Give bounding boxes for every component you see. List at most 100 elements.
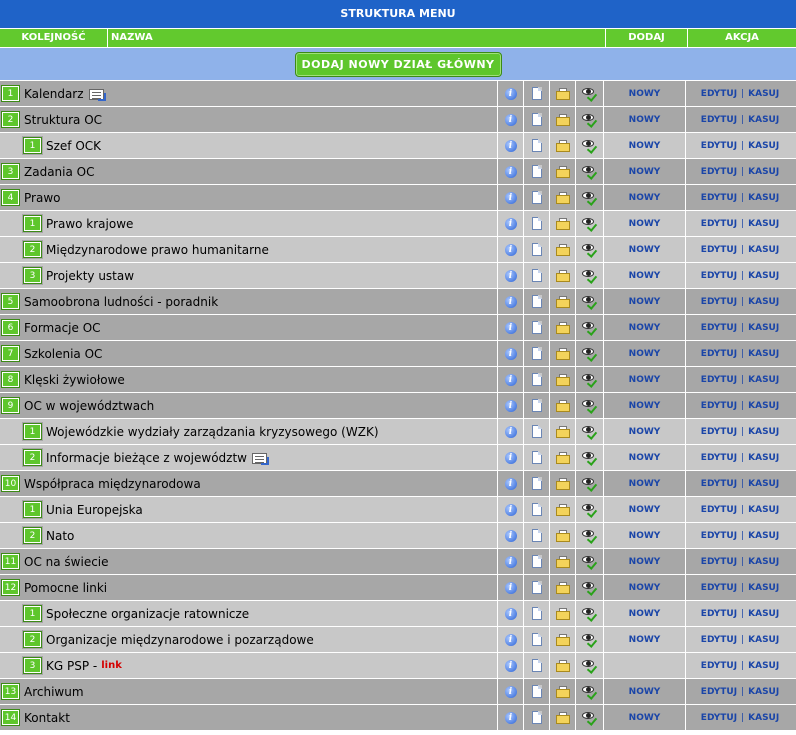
visibility-cell[interactable]: [576, 289, 604, 314]
info-icon[interactable]: i: [504, 659, 517, 672]
folder-cell[interactable]: [550, 211, 576, 236]
add-new-link[interactable]: NOWY: [629, 505, 661, 515]
folder-cell[interactable]: [550, 393, 576, 418]
add-new-link[interactable]: NOWY: [629, 271, 661, 281]
info-icon[interactable]: i: [504, 685, 517, 698]
edit-link[interactable]: EDYTUJ: [701, 557, 737, 567]
visibility-cell[interactable]: [576, 315, 604, 340]
edit-link[interactable]: EDYTUJ: [701, 635, 737, 645]
add-new-link[interactable]: NOWY: [629, 687, 661, 697]
info-cell[interactable]: i: [498, 653, 524, 678]
menu-item-name[interactable]: Samoobrona ludności - poradnik: [24, 295, 218, 309]
folder-icon[interactable]: [555, 659, 570, 672]
add-new-link[interactable]: NOWY: [629, 635, 661, 645]
page-cell[interactable]: [524, 679, 550, 704]
menu-item-name[interactable]: KG PSP -: [46, 659, 97, 673]
info-cell[interactable]: i: [498, 107, 524, 132]
edit-link[interactable]: EDYTUJ: [701, 219, 737, 229]
folder-cell[interactable]: [550, 289, 576, 314]
page-cell[interactable]: [524, 523, 550, 548]
add-new-link[interactable]: NOWY: [629, 193, 661, 203]
menu-item-name[interactable]: Międzynarodowe prawo humanitarne: [46, 243, 269, 257]
page-icon[interactable]: [531, 399, 542, 412]
delete-link[interactable]: KASUJ: [748, 661, 779, 671]
info-icon[interactable]: i: [504, 217, 517, 230]
info-icon[interactable]: i: [504, 347, 517, 360]
page-icon[interactable]: [531, 217, 542, 230]
folder-icon[interactable]: [555, 295, 570, 308]
delete-link[interactable]: KASUJ: [748, 401, 779, 411]
page-icon[interactable]: [531, 633, 542, 646]
folder-icon[interactable]: [555, 243, 570, 256]
page-icon[interactable]: [531, 139, 542, 152]
order-number[interactable]: 1: [24, 606, 41, 621]
folder-icon[interactable]: [555, 685, 570, 698]
edit-link[interactable]: EDYTUJ: [701, 479, 737, 489]
add-new-link[interactable]: NOWY: [629, 583, 661, 593]
page-cell[interactable]: [524, 705, 550, 730]
menu-item-name[interactable]: Struktura OC: [24, 113, 102, 127]
folder-icon[interactable]: [555, 373, 570, 386]
info-cell[interactable]: i: [498, 497, 524, 522]
add-new-link[interactable]: NOWY: [629, 427, 661, 437]
info-icon[interactable]: i: [504, 113, 517, 126]
visible-icon[interactable]: [581, 347, 598, 362]
info-cell[interactable]: i: [498, 471, 524, 496]
visible-icon[interactable]: [581, 659, 598, 674]
folder-cell[interactable]: [550, 159, 576, 184]
info-icon[interactable]: i: [504, 269, 517, 282]
page-cell[interactable]: [524, 237, 550, 262]
delete-link[interactable]: KASUJ: [748, 557, 779, 567]
visible-icon[interactable]: [581, 555, 598, 570]
visible-icon[interactable]: [581, 87, 598, 102]
menu-item-name[interactable]: OC w województwach: [24, 399, 154, 413]
info-cell[interactable]: i: [498, 601, 524, 626]
order-number[interactable]: 1: [24, 216, 41, 231]
folder-icon[interactable]: [555, 477, 570, 490]
page-icon[interactable]: [531, 529, 542, 542]
delete-link[interactable]: KASUJ: [748, 635, 779, 645]
edit-link[interactable]: EDYTUJ: [701, 453, 737, 463]
info-cell[interactable]: i: [498, 237, 524, 262]
delete-link[interactable]: KASUJ: [748, 713, 779, 723]
menu-item-name[interactable]: Społeczne organizacje ratownicze: [46, 607, 249, 621]
info-icon[interactable]: i: [504, 633, 517, 646]
delete-link[interactable]: KASUJ: [748, 323, 779, 333]
info-cell[interactable]: i: [498, 705, 524, 730]
info-icon[interactable]: i: [504, 503, 517, 516]
add-new-link[interactable]: NOWY: [629, 375, 661, 385]
edit-link[interactable]: EDYTUJ: [701, 167, 737, 177]
info-icon[interactable]: i: [504, 87, 517, 100]
delete-link[interactable]: KASUJ: [748, 193, 779, 203]
page-cell[interactable]: [524, 185, 550, 210]
edit-link[interactable]: EDYTUJ: [701, 89, 737, 99]
add-new-link[interactable]: NOWY: [629, 245, 661, 255]
folder-cell[interactable]: [550, 445, 576, 470]
folder-cell[interactable]: [550, 627, 576, 652]
page-cell[interactable]: [524, 549, 550, 574]
info-cell[interactable]: i: [498, 289, 524, 314]
folder-icon[interactable]: [555, 451, 570, 464]
info-cell[interactable]: i: [498, 367, 524, 392]
page-icon[interactable]: [531, 659, 542, 672]
page-cell[interactable]: [524, 393, 550, 418]
order-number[interactable]: 7: [2, 346, 19, 361]
delete-link[interactable]: KASUJ: [748, 245, 779, 255]
info-cell[interactable]: i: [498, 315, 524, 340]
visibility-cell[interactable]: [576, 601, 604, 626]
order-number[interactable]: 10: [2, 476, 19, 491]
visibility-cell[interactable]: [576, 237, 604, 262]
menu-item-name[interactable]: Archiwum: [24, 685, 84, 699]
folder-icon[interactable]: [555, 191, 570, 204]
visible-icon[interactable]: [581, 217, 598, 232]
info-cell[interactable]: i: [498, 549, 524, 574]
page-cell[interactable]: [524, 445, 550, 470]
folder-icon[interactable]: [555, 503, 570, 516]
edit-link[interactable]: EDYTUJ: [701, 687, 737, 697]
edit-link[interactable]: EDYTUJ: [701, 661, 737, 671]
edit-link[interactable]: EDYTUJ: [701, 349, 737, 359]
visible-icon[interactable]: [581, 685, 598, 700]
folder-cell[interactable]: [550, 237, 576, 262]
folder-cell[interactable]: [550, 133, 576, 158]
visible-icon[interactable]: [581, 425, 598, 440]
